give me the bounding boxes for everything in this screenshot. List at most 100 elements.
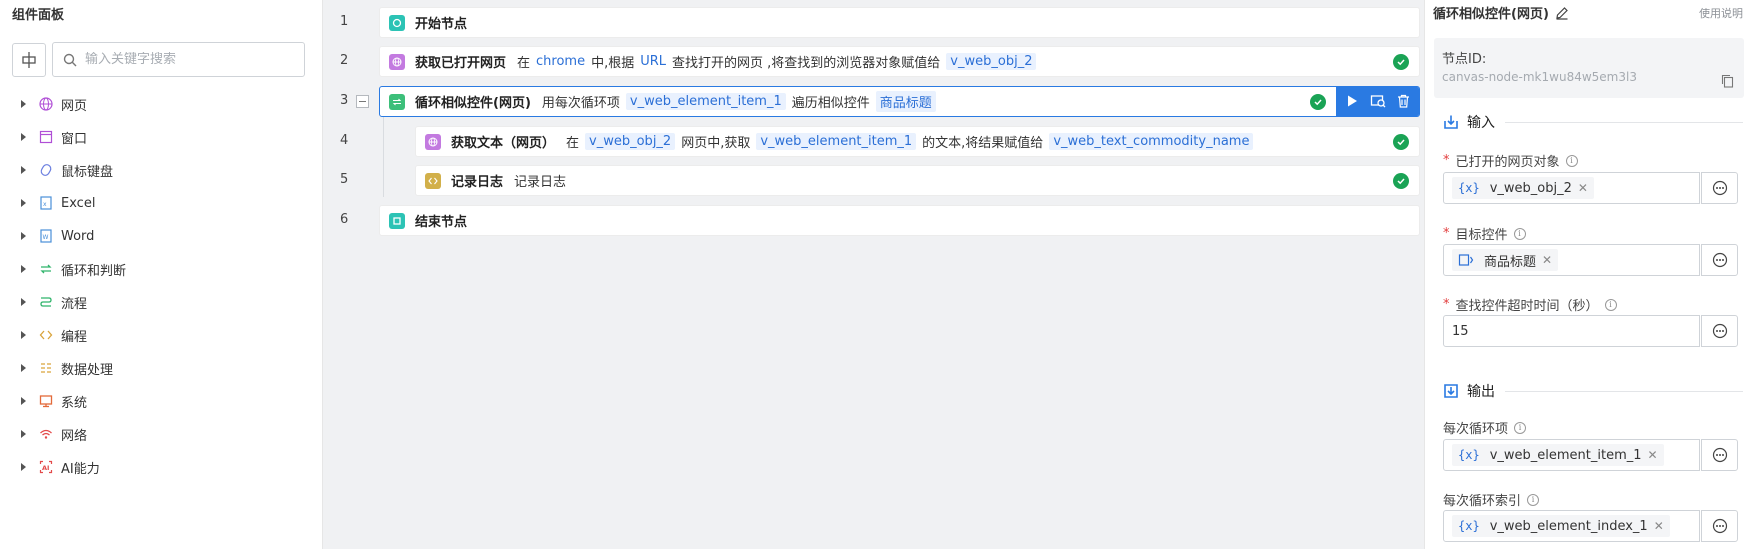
flow-node-log[interactable]: 记录日志 记录日志 — [415, 165, 1420, 196]
node-variable-chip[interactable]: v_web_obj_2 — [946, 53, 1037, 70]
field-label-text: 查找控件超时时间（秒） — [1455, 299, 1599, 314]
properties-title: 循环相似控件(网页) — [1433, 3, 1569, 22]
code-icon — [39, 328, 53, 342]
expand-arrow-icon[interactable] — [21, 232, 26, 240]
category-data-processing[interactable]: 数据处理 — [0, 356, 320, 380]
flow-node-end[interactable]: 结束节点 — [379, 205, 1420, 236]
flow-node-get-text[interactable]: 获取文本（网页） 在 v_web_obj_2 网页中,获取 v_web_elem… — [415, 126, 1420, 157]
category-label: 窗口 — [61, 131, 88, 147]
expand-arrow-icon[interactable] — [21, 397, 26, 405]
collapse-toggle[interactable] — [356, 95, 369, 108]
line-number: 6 — [340, 212, 349, 227]
node-text: 查找打开的网页 ,将查找到的浏览器对象赋值给 — [672, 56, 941, 71]
category-window[interactable]: 窗口 — [0, 125, 320, 149]
expand-arrow-icon[interactable] — [21, 265, 26, 273]
category-flow[interactable]: 流程 — [0, 290, 320, 314]
element-tag-value: 商品标题 — [1484, 254, 1537, 270]
info-icon[interactable]: i — [1565, 154, 1578, 167]
remove-tag-icon[interactable]: ✕ — [1542, 253, 1552, 267]
category-system[interactable]: 系统 — [0, 389, 320, 413]
node-variable-chip[interactable]: 商品标题 — [875, 91, 936, 112]
info-icon[interactable]: i — [1513, 227, 1526, 240]
edit-icon[interactable] — [1555, 6, 1569, 20]
category-excel[interactable]: x Excel — [0, 191, 320, 215]
more-icon — [1712, 180, 1727, 196]
category-word[interactable]: W Word — [0, 224, 320, 248]
node-title: 结束节点 — [415, 215, 468, 230]
variable-tag: {x} v_web_element_index_1 ✕ — [1452, 515, 1670, 537]
monitor-icon — [39, 394, 53, 408]
remove-tag-icon[interactable]: ✕ — [1578, 181, 1588, 195]
more-options-button[interactable] — [1701, 315, 1738, 347]
field-label-text: 已打开的网页对象 — [1455, 155, 1560, 170]
expand-arrow-icon[interactable] — [21, 100, 26, 108]
node-variable-chip[interactable]: v_web_obj_2 — [585, 133, 676, 150]
info-icon[interactable]: i — [1514, 421, 1527, 434]
node-variable-chip[interactable]: v_web_text_commodity_name — [1049, 133, 1254, 150]
category-label: AI能力 — [61, 461, 100, 477]
delete-icon[interactable] — [1397, 94, 1410, 112]
more-options-button[interactable] — [1701, 439, 1738, 471]
data-icon — [39, 361, 53, 375]
more-options-button[interactable] — [1701, 172, 1738, 204]
node-variable: chrome — [536, 54, 586, 69]
help-link[interactable]: 使用说明 — [1699, 5, 1743, 21]
loop-item-field[interactable]: {x} v_web_element_item_1 ✕ — [1443, 439, 1700, 471]
flow-node-start[interactable]: 开始节点 — [379, 7, 1420, 38]
category-loop-judge[interactable]: 循环和判断 — [0, 257, 320, 281]
expand-arrow-icon[interactable] — [21, 331, 26, 339]
variable-icon: {x} — [1458, 448, 1480, 462]
output-icon — [1444, 384, 1458, 398]
timeout-value: 15 — [1452, 323, 1469, 339]
expand-arrow-icon[interactable] — [21, 133, 26, 141]
category-code[interactable]: 编程 — [0, 323, 320, 347]
target-element-field[interactable]: 商品标题 ✕ — [1443, 244, 1700, 276]
variable-icon: {x} — [1458, 519, 1480, 533]
pick-element-button[interactable] — [12, 43, 46, 77]
node-id-label: 节点ID: — [1442, 52, 1487, 67]
category-ai[interactable]: AI AI能力 — [0, 455, 320, 479]
web-object-field[interactable]: {x} v_web_obj_2 ✕ — [1443, 172, 1700, 204]
expand-arrow-icon[interactable] — [21, 463, 26, 471]
flow-node-loop-similar-elements[interactable]: 循环相似控件(网页) 用每次循环项 v_web_element_item_1 遍… — [379, 86, 1420, 117]
flow-canvas: 1 开始节点 2 获取已打开网页 在 chrome 中,根据 URL 查找打开的… — [324, 0, 1424, 549]
node-variable-chip[interactable]: v_web_element_item_1 — [625, 93, 786, 110]
more-options-button[interactable] — [1701, 510, 1738, 542]
ai-icon: AI — [39, 460, 53, 474]
search-box[interactable] — [52, 42, 305, 77]
locate-element-icon[interactable] — [1370, 94, 1386, 112]
node-text: 遍历相似控件 — [791, 96, 870, 111]
remove-tag-icon[interactable]: ✕ — [1654, 519, 1664, 533]
node-variable-chip[interactable]: v_web_element_item_1 — [756, 133, 917, 150]
node-text: 在 — [566, 136, 580, 151]
flow-icon — [39, 295, 53, 309]
node-title: 获取已打开网页 — [415, 56, 507, 71]
info-icon[interactable]: i — [1604, 298, 1617, 311]
run-icon[interactable] — [1345, 94, 1359, 112]
category-web[interactable]: 网页 — [0, 92, 320, 116]
expand-arrow-icon[interactable] — [21, 166, 26, 174]
field-label-loop-index: 每次循环索引 i — [1443, 490, 1540, 509]
loop-index-field[interactable]: {x} v_web_element_index_1 ✕ — [1443, 510, 1700, 542]
search-input[interactable] — [85, 52, 285, 67]
output-section-header: 输出 — [1443, 381, 1743, 401]
expand-arrow-icon[interactable] — [21, 364, 26, 372]
info-icon[interactable]: i — [1527, 493, 1540, 506]
expand-arrow-icon[interactable] — [21, 199, 26, 207]
node-text: 用每次循环项 — [541, 96, 620, 111]
variable-tag: {x} v_web_obj_2 ✕ — [1452, 177, 1594, 199]
category-mouse-keyboard[interactable]: 鼠标键盘 — [0, 158, 320, 182]
component-panel-title: 组件面板 — [12, 8, 65, 23]
timeout-field[interactable]: 15 — [1443, 315, 1700, 347]
category-network[interactable]: 网络 — [0, 422, 320, 446]
flow-node-get-open-webpage[interactable]: 获取已打开网页 在 chrome 中,根据 URL 查找打开的网页 ,将查找到的… — [379, 46, 1420, 77]
copy-icon[interactable] — [1721, 74, 1734, 92]
expand-arrow-icon[interactable] — [21, 430, 26, 438]
field-label-text: 目标控件 — [1455, 228, 1508, 243]
remove-tag-icon[interactable]: ✕ — [1648, 448, 1658, 462]
expand-arrow-icon[interactable] — [21, 298, 26, 306]
more-options-button[interactable] — [1701, 244, 1738, 276]
component-panel: 组件面板 网页 窗口 鼠标键盘 x — [0, 0, 323, 549]
line-number: 2 — [340, 53, 349, 68]
success-check-icon — [1393, 54, 1409, 70]
